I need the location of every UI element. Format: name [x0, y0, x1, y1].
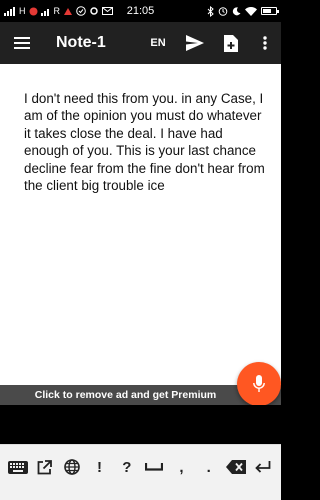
space-key[interactable]	[142, 456, 166, 478]
question-key[interactable]: ?	[115, 456, 139, 478]
send-icon	[186, 35, 204, 51]
backspace-key[interactable]	[224, 456, 248, 478]
globe-icon	[64, 459, 81, 475]
menu-button[interactable]	[0, 22, 44, 64]
note-editor[interactable]: I don't need this from you. in any Case,…	[0, 64, 281, 385]
status-bar: H R 21:05	[0, 0, 281, 22]
send-button[interactable]	[177, 22, 213, 64]
more-options-button[interactable]	[249, 22, 281, 64]
exclamation-key[interactable]: !	[88, 456, 112, 478]
remove-ad-label: Click to remove ad and get Premium	[34, 389, 217, 401]
note-title: Note-1	[56, 34, 106, 51]
new-note-button[interactable]	[213, 22, 249, 64]
enter-icon	[255, 461, 271, 473]
enter-key[interactable]	[251, 456, 275, 478]
keyboard-toolbar: ! ? , .	[0, 444, 281, 500]
backspace-icon	[226, 460, 247, 474]
app-toolbar: Note-1 EN	[0, 22, 281, 64]
voice-input-button[interactable]	[237, 362, 281, 406]
comma-key[interactable]: ,	[169, 456, 193, 478]
more-vert-icon	[263, 36, 267, 50]
battery-icon	[261, 7, 279, 15]
language-button[interactable]: EN	[143, 37, 173, 49]
keyboard-row: ! ? , .	[0, 456, 281, 478]
space-icon	[145, 463, 164, 471]
language-globe-key[interactable]	[60, 456, 84, 478]
external-link-icon	[38, 459, 53, 474]
hamburger-menu-icon	[14, 37, 30, 49]
ad-space	[0, 405, 281, 444]
microphone-icon	[253, 375, 265, 392]
navigation-bar	[0, 485, 281, 500]
keyboard-switch-key[interactable]	[6, 456, 30, 478]
open-external-key[interactable]	[33, 456, 57, 478]
keyboard-icon	[7, 460, 28, 474]
add-document-icon	[224, 34, 238, 52]
period-key[interactable]: .	[197, 456, 221, 478]
note-text[interactable]: I don't need this from you. in any Case,…	[24, 90, 267, 194]
status-time: 21:05	[126, 5, 155, 17]
